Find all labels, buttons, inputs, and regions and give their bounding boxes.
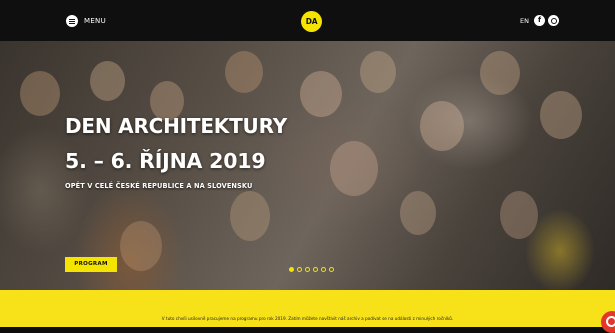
slider-dot[interactable] [329, 267, 334, 272]
crowd-photo-shape [500, 191, 538, 239]
hamburger-icon [66, 15, 78, 27]
crowd-photo-shape [360, 51, 396, 93]
facebook-icon[interactable]: f [534, 15, 545, 26]
hero-title-line-2: 5. – 6. ŘÍJNA 2019 [65, 149, 266, 173]
menu-button[interactable]: MENU [66, 15, 106, 27]
program-button[interactable]: PROGRAM [65, 257, 117, 272]
language-switch[interactable]: EN [520, 17, 529, 25]
notice-bar: V tuto chvíli usilovně pracujeme na prog… [0, 290, 615, 327]
hero-subtitle: OPĚT V CELÉ ČESKÉ REPUBLICE A NA SLOVENS… [65, 182, 253, 190]
crowd-photo-shape [480, 51, 520, 95]
chat-icon [606, 316, 615, 327]
logo[interactable]: DA [301, 11, 322, 32]
slider-dot[interactable] [305, 267, 310, 272]
menu-label: MENU [84, 17, 107, 25]
hero-banner: DEN ARCHITEKTURY 5. – 6. ŘÍJNA 2019 OPĚT… [0, 41, 615, 290]
crowd-photo-shape [400, 191, 436, 235]
crowd-photo-shape [230, 191, 270, 241]
crowd-photo-shape [330, 141, 378, 196]
slider-dot[interactable] [321, 267, 326, 272]
crowd-photo-shape [225, 51, 263, 93]
chat-button[interactable] [601, 311, 615, 333]
notice-text: V tuto chvíli usilovně pracujeme na prog… [161, 316, 454, 321]
slider-dot[interactable] [289, 267, 294, 272]
top-bar: MENU DA EN f [0, 0, 615, 41]
crowd-photo-shape [300, 71, 342, 117]
hero-title-line-1: DEN ARCHITEKTURY [65, 114, 287, 138]
crowd-photo-shape [120, 221, 162, 271]
instagram-icon[interactable] [548, 15, 559, 26]
crowd-photo-shape [20, 71, 60, 116]
slider-dot[interactable] [313, 267, 318, 272]
crowd-photo-shape [90, 61, 125, 101]
crowd-photo-shape [420, 101, 464, 151]
crowd-photo-shape [540, 91, 582, 139]
slider-dots [289, 267, 334, 272]
slider-dot[interactable] [297, 267, 302, 272]
